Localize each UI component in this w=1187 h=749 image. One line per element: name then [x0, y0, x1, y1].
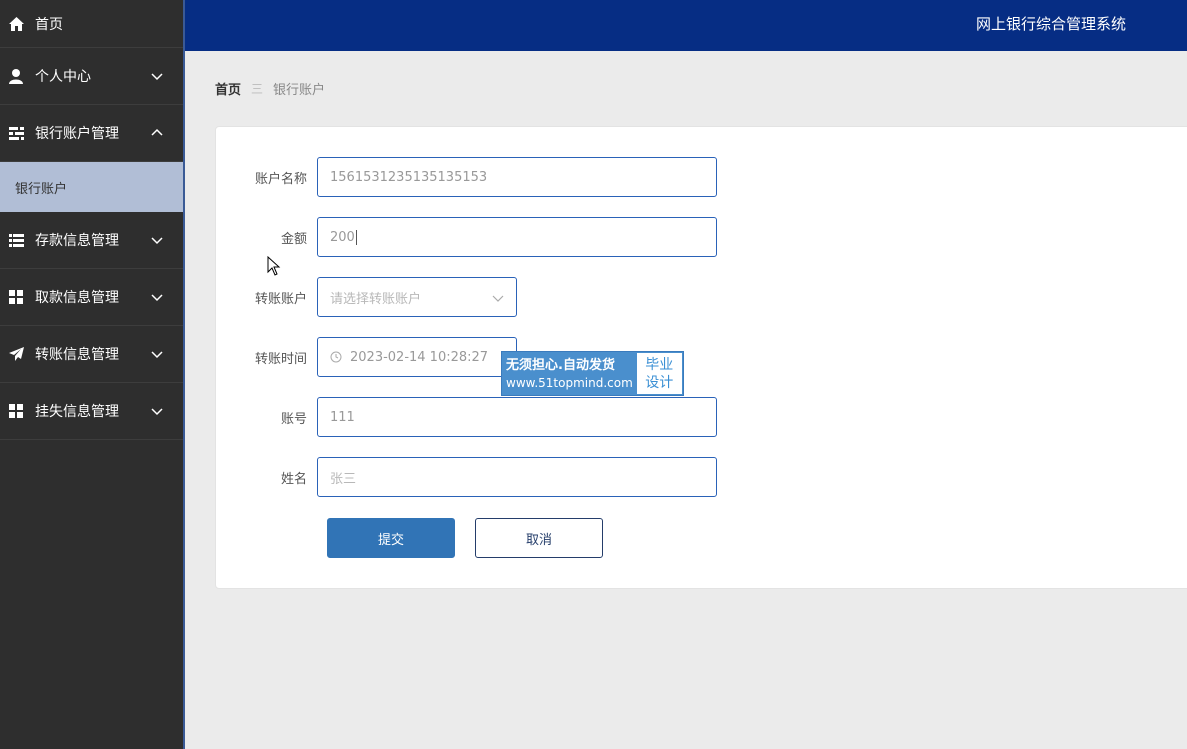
sidebar-item-transfer-mgmt[interactable]: 转账信息管理 — [0, 326, 183, 383]
name-placeholder: 张三 — [330, 471, 357, 487]
transfer-account-placeholder: 请选择转账账户 — [330, 291, 422, 307]
form-row-transfer-account: 转账账户 请选择转账账户 — [216, 277, 517, 317]
chevron-down-icon — [151, 73, 163, 81]
watermark-text-block: 无须担心.自动发货 www.51topmind.com — [502, 352, 636, 395]
sidebar-item-label: 首页 — [35, 16, 63, 33]
transfer-time-picker[interactable]: 2023-02-14 10:28:27 — [317, 337, 517, 377]
transfer-time-label: 转账时间 — [254, 351, 307, 367]
text-caret — [355, 229, 357, 245]
sidebar-item-deposit-mgmt[interactable]: 存款信息管理 — [0, 212, 183, 269]
system-title: 网上银行综合管理系统 — [975, 15, 1126, 33]
form-row-account-name: 账户名称 1561531235135135153 — [216, 157, 717, 197]
sidebar-subitem-label: 银行账户 — [15, 181, 68, 197]
chevron-down-icon — [151, 237, 163, 245]
watermark-banner: 无须担心.自动发货 www.51topmind.com 毕业 设计 — [501, 351, 684, 396]
form-row-account-no: 账号 111 — [216, 397, 717, 437]
transfer-time-value: 2023-02-14 10:28:27 — [350, 349, 489, 365]
form-row-amount: 金额 200 — [216, 217, 717, 257]
amount-value: 200 — [330, 229, 355, 245]
chevron-down-icon — [492, 295, 504, 302]
name-input[interactable]: 张三 — [317, 457, 717, 497]
chevron-down-icon — [151, 351, 163, 359]
mouse-cursor-icon — [267, 256, 281, 276]
home-icon — [8, 16, 24, 32]
form-row-transfer-time: 转账时间 2023-02-14 10:28:27 — [216, 337, 517, 377]
cancel-button[interactable]: 取消 — [475, 518, 603, 558]
grid-icon — [8, 289, 24, 305]
sidebar-item-label: 存款信息管理 — [35, 233, 119, 249]
chevron-down-icon — [151, 408, 163, 416]
watermark-badge: 毕业 设计 — [635, 352, 683, 395]
grid-icon — [8, 403, 24, 419]
paper-plane-icon — [8, 346, 24, 362]
sidebar-subitem-bank-account[interactable]: 银行账户 — [0, 162, 183, 212]
breadcrumb-separator: 三 — [251, 82, 264, 96]
watermark-line2: www.51topmind.com — [506, 375, 633, 390]
sidebar-item-label: 取款信息管理 — [35, 290, 119, 306]
sidebar-item-label: 银行账户管理 — [35, 126, 119, 142]
sidebar-item-loss-report-mgmt[interactable]: 挂失信息管理 — [0, 383, 183, 440]
sidebar-item-bank-account-mgmt[interactable]: 银行账户管理 — [0, 105, 183, 162]
account-name-label: 账户名称 — [254, 171, 307, 187]
list-icon — [8, 232, 24, 248]
account-no-input[interactable]: 111 — [317, 397, 717, 437]
breadcrumb-home[interactable]: 首页 — [215, 79, 241, 98]
form-row-name: 姓名 张三 — [216, 457, 717, 497]
breadcrumb: 首页 三 银行账户 — [215, 79, 325, 98]
sidebar-item-label: 转账信息管理 — [35, 347, 119, 363]
sidebar-item-label: 挂失信息管理 — [35, 404, 119, 420]
chevron-down-icon — [151, 294, 163, 302]
sidebar-item-withdrawal-mgmt[interactable]: 取款信息管理 — [0, 269, 183, 326]
name-label: 姓名 — [280, 471, 307, 487]
breadcrumb-current: 银行账户 — [273, 83, 326, 98]
account-name-input[interactable]: 1561531235135135153 — [317, 157, 717, 197]
top-header: 网上银行综合管理系统 — [185, 0, 1187, 51]
amount-input[interactable]: 200 — [317, 217, 717, 257]
transfer-account-select[interactable]: 请选择转账账户 — [317, 277, 517, 317]
amount-label: 金额 — [280, 231, 307, 247]
sidebar-item-personal-center[interactable]: 个人中心 — [0, 48, 183, 105]
form-card: 账户名称 1561531235135135153 金额 200 转账账户 请选择… — [215, 126, 1187, 589]
user-icon — [8, 68, 24, 84]
watermark-badge-line1: 毕业 — [645, 356, 674, 373]
account-no-label: 账号 — [280, 411, 307, 427]
sidebar-item-label: 个人中心 — [35, 69, 91, 85]
sidebar: 首页 个人中心 银行账户管理 银行账户 存款信息管理 取款信息管理 转账信息管理… — [0, 0, 185, 749]
watermark-badge-line2: 设计 — [645, 374, 674, 391]
chevron-up-icon — [151, 128, 163, 136]
account-name-value: 1561531235135135153 — [330, 169, 488, 185]
watermark-line1: 无须担心.自动发货 — [506, 357, 615, 373]
account-no-value: 111 — [330, 409, 355, 425]
transfer-account-label: 转账账户 — [254, 291, 307, 307]
submit-button[interactable]: 提交 — [327, 518, 455, 558]
sidebar-item-home[interactable]: 首页 — [0, 0, 183, 48]
clock-icon — [330, 351, 342, 363]
sliders-icon — [8, 125, 24, 141]
